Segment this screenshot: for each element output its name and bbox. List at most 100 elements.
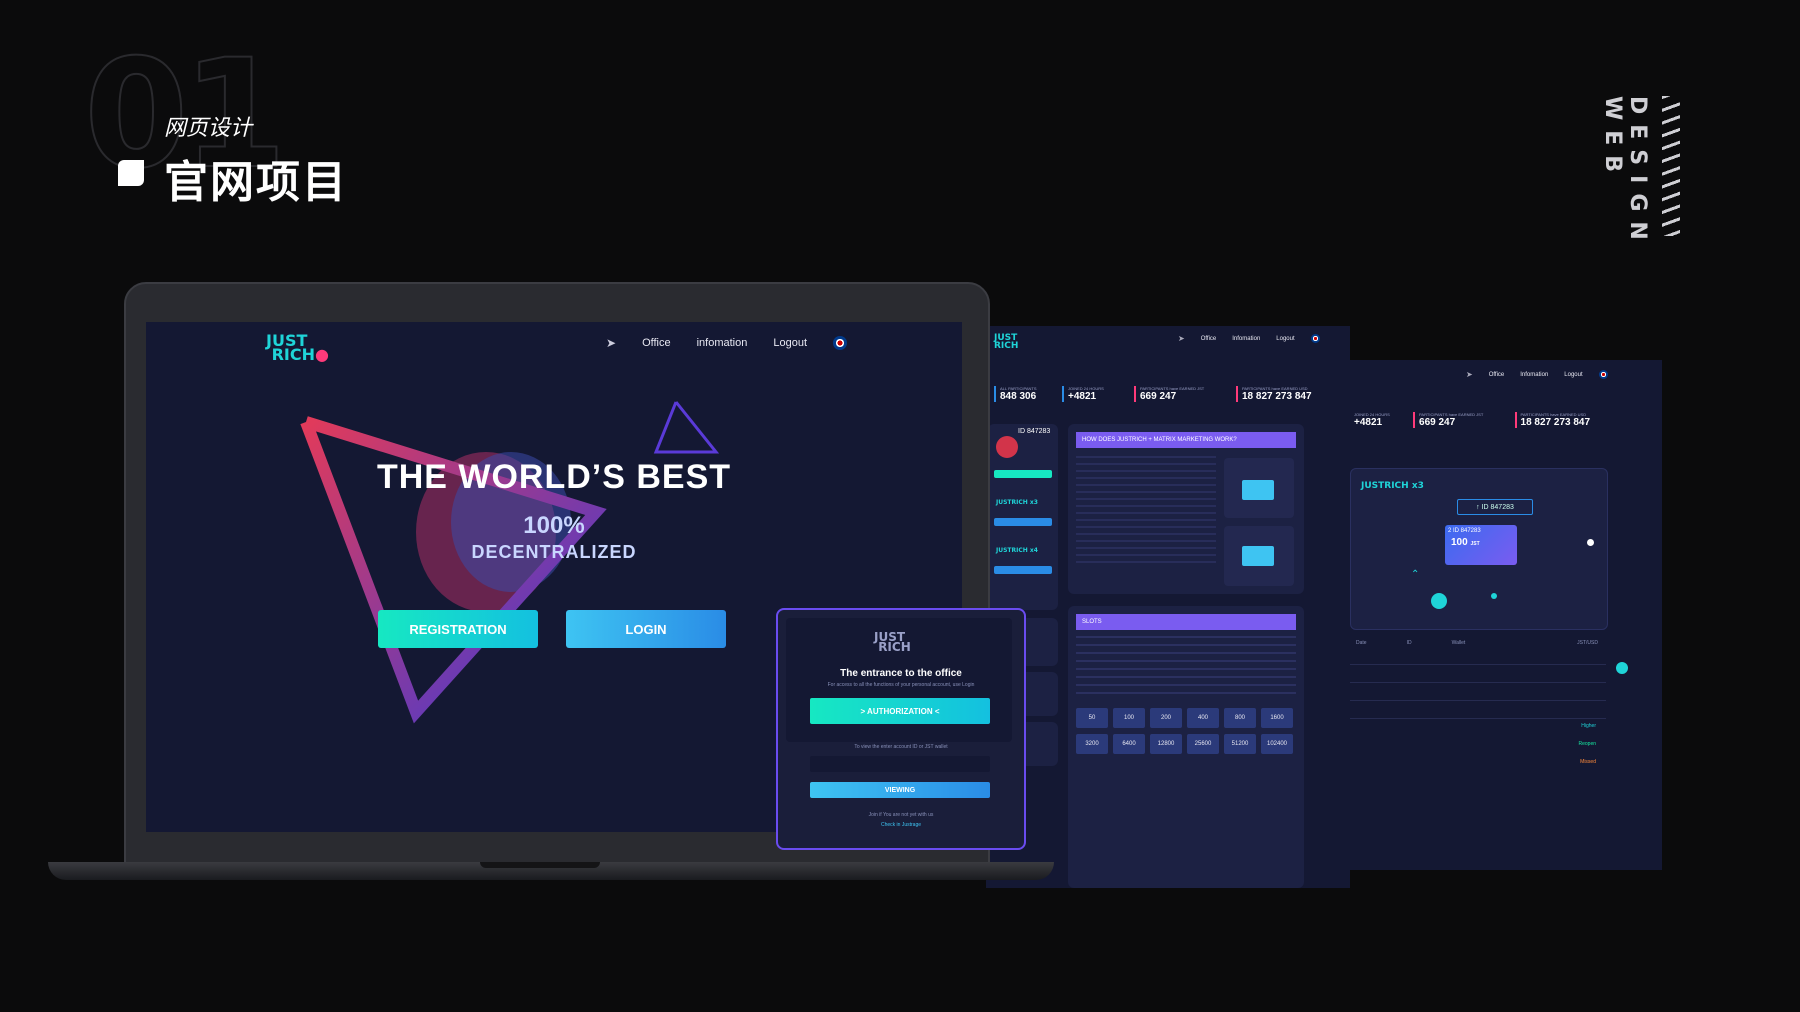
authorization-button[interactable]: > AUTHORIZATION < — [810, 698, 990, 724]
id-badge[interactable]: ↑ ID 847283 — [1457, 499, 1533, 515]
dashboard-stats: ALL PARTICIPANTS 848 306 JOINED 24 HOURS… — [994, 386, 1328, 402]
x3-preview[interactable] — [1224, 458, 1294, 518]
col-header: Wallet — [1451, 640, 1466, 646]
dashboard-nav-logout[interactable]: Logout — [1276, 336, 1294, 342]
slash-decor — [1662, 96, 1680, 236]
slots-text — [1076, 636, 1296, 696]
dashboard-panel: JUST RICH ➤ Office Infomation Logout ALL … — [986, 326, 1350, 888]
chevron-up-icon[interactable]: ⌃ — [1411, 569, 1419, 580]
detail-nav-logout[interactable]: Logout — [1564, 372, 1582, 378]
vertical-label: DESIGN WEB — [1600, 96, 1650, 250]
status-higher: Higher — [1581, 723, 1596, 729]
hero-percent: 100% — [523, 512, 585, 539]
amount-unit: JST — [1470, 541, 1480, 547]
node-dot[interactable] — [1491, 593, 1497, 599]
flag-icon[interactable] — [833, 336, 848, 350]
laptop-notch — [480, 862, 600, 868]
user-card: ID 847283 JUSTRICH x3 JUSTRICH x4 — [988, 424, 1058, 610]
detail-nav: ➤ Office Infomation Logout — [1466, 370, 1608, 379]
slots-title: SLOTS — [1076, 614, 1296, 630]
id-card[interactable]: 2 ID 847283 100 JST — [1445, 525, 1517, 565]
flag-icon[interactable] — [1310, 334, 1320, 343]
section-title: 官网项目 — [164, 157, 348, 208]
progress-bar — [994, 566, 1052, 574]
login-modal: JUST RICH The entrance to the office For… — [776, 608, 1026, 850]
refresh-icon[interactable] — [1616, 662, 1628, 674]
slot-button[interactable]: 3200 — [1076, 734, 1108, 754]
status-missed: Missed — [1580, 759, 1596, 765]
modal-footer: Join if You are not yet with us — [868, 812, 934, 818]
next-icon[interactable] — [1587, 539, 1594, 546]
how-title: HOW DOES JUSTRICH + MATRIX MARKETING WOR… — [1076, 432, 1296, 448]
status-reopen: Reopen — [1578, 741, 1596, 747]
program-x3[interactable]: JUSTRICH x3 — [996, 500, 1038, 506]
slot-button[interactable]: 50 — [1076, 708, 1108, 728]
signup-link[interactable]: Check in Justrage — [778, 822, 1024, 828]
user-id: ID 847283 — [1018, 428, 1051, 435]
flag-icon[interactable] — [1598, 370, 1608, 379]
hero-title: THE WORLD’S BEST — [376, 458, 732, 496]
detail-nav-info[interactable]: Infomation — [1520, 372, 1548, 378]
stat-value: +4821 — [1068, 391, 1097, 402]
registration-button[interactable]: REGISTRATION — [378, 610, 538, 648]
slot-button[interactable]: 102400 — [1261, 734, 1293, 754]
modal-logo: JUST RICH — [874, 630, 911, 654]
how-card: HOW DOES JUSTRICH + MATRIX MARKETING WOR… — [1068, 424, 1304, 594]
slot-button[interactable]: 51200 — [1224, 734, 1256, 754]
dashboard-logo[interactable]: JUST RICH — [994, 334, 1018, 351]
slot-button[interactable]: 200 — [1150, 708, 1182, 728]
slot-button[interactable]: 100 — [1113, 708, 1145, 728]
slot-button[interactable]: 400 — [1187, 708, 1219, 728]
program-x4[interactable]: JUSTRICH x4 — [996, 548, 1038, 554]
modal-title: The entrance to the office — [840, 668, 962, 679]
stat-value: 18 827 273 847 — [1242, 391, 1312, 402]
modal-desc: For access to all the functions of your … — [827, 682, 975, 688]
stat-value: 669 247 — [1419, 417, 1456, 428]
nav-office[interactable]: Office — [642, 337, 671, 349]
site-nav: ➤ Office infomation Logout — [606, 336, 848, 350]
account-input[interactable] — [810, 756, 990, 772]
col-header: JST/USD — [1577, 640, 1598, 646]
modal-hint: To view the enter account ID or JST wall… — [854, 744, 948, 750]
detail-stats: JOINED 24 HOURS +4821 PARTICIPANTS have … — [1348, 412, 1608, 428]
viewing-button[interactable]: VIEWING — [810, 782, 990, 798]
transactions-table: Date ID Wallet JST/USD Higher Reopen Mis… — [1350, 640, 1606, 773]
detail-panel: ➤ Office Infomation Logout JOINED 24 HOU… — [1348, 360, 1662, 870]
node-dot[interactable] — [1431, 593, 1447, 609]
slots-card: SLOTS 50 100 200 400 800 1600 3200 6400 … — [1068, 606, 1304, 888]
stat-value: +4821 — [1354, 417, 1383, 428]
login-button[interactable]: LOGIN — [566, 610, 726, 648]
col-header: ID — [1406, 640, 1412, 646]
section-subtitle: 网页设计 — [164, 116, 253, 141]
slot-button[interactable]: 6400 — [1113, 734, 1145, 754]
x4-preview[interactable] — [1224, 526, 1294, 586]
how-text — [1076, 456, 1216, 566]
stat-value: 669 247 — [1140, 391, 1177, 402]
send-icon[interactable]: ➤ — [606, 336, 616, 350]
slot-button[interactable]: 1600 — [1261, 708, 1293, 728]
id-inner: 2 ID 847283 — [1448, 528, 1481, 534]
slot-button[interactable]: 800 — [1224, 708, 1256, 728]
program-label: JUSTRICH x3 — [1361, 481, 1424, 491]
dashboard-nav-info[interactable]: Infomation — [1232, 336, 1260, 342]
nav-information[interactable]: infomation — [697, 337, 748, 349]
slots-grid: 50 100 200 400 800 1600 3200 6400 12800 … — [1076, 708, 1293, 754]
decor-square — [118, 160, 144, 186]
dashboard-nav: ➤ Office Infomation Logout — [1178, 334, 1320, 343]
stat-value: 18 827 273 847 — [1520, 417, 1591, 428]
send-icon[interactable]: ➤ — [1178, 334, 1185, 343]
dashboard-nav-office[interactable]: Office — [1201, 336, 1217, 342]
nav-logout[interactable]: Logout — [773, 337, 807, 349]
matrix-card: JUSTRICH x3 ↑ ID 847283 2 ID 847283 100 … — [1350, 468, 1608, 630]
col-header: Date — [1356, 640, 1367, 646]
site-logo[interactable]: JUST RICH● — [266, 333, 329, 363]
amount-value: 100 — [1451, 537, 1468, 548]
detail-nav-office[interactable]: Office — [1489, 372, 1505, 378]
stat-value: 848 306 — [1000, 391, 1037, 402]
avatar[interactable] — [996, 436, 1018, 458]
progress-bar — [994, 518, 1052, 526]
send-icon[interactable]: ➤ — [1466, 370, 1473, 379]
hero-subtitle: DECENTRALIZED — [471, 542, 637, 562]
slot-button[interactable]: 12800 — [1150, 734, 1182, 754]
slot-button[interactable]: 25600 — [1187, 734, 1219, 754]
